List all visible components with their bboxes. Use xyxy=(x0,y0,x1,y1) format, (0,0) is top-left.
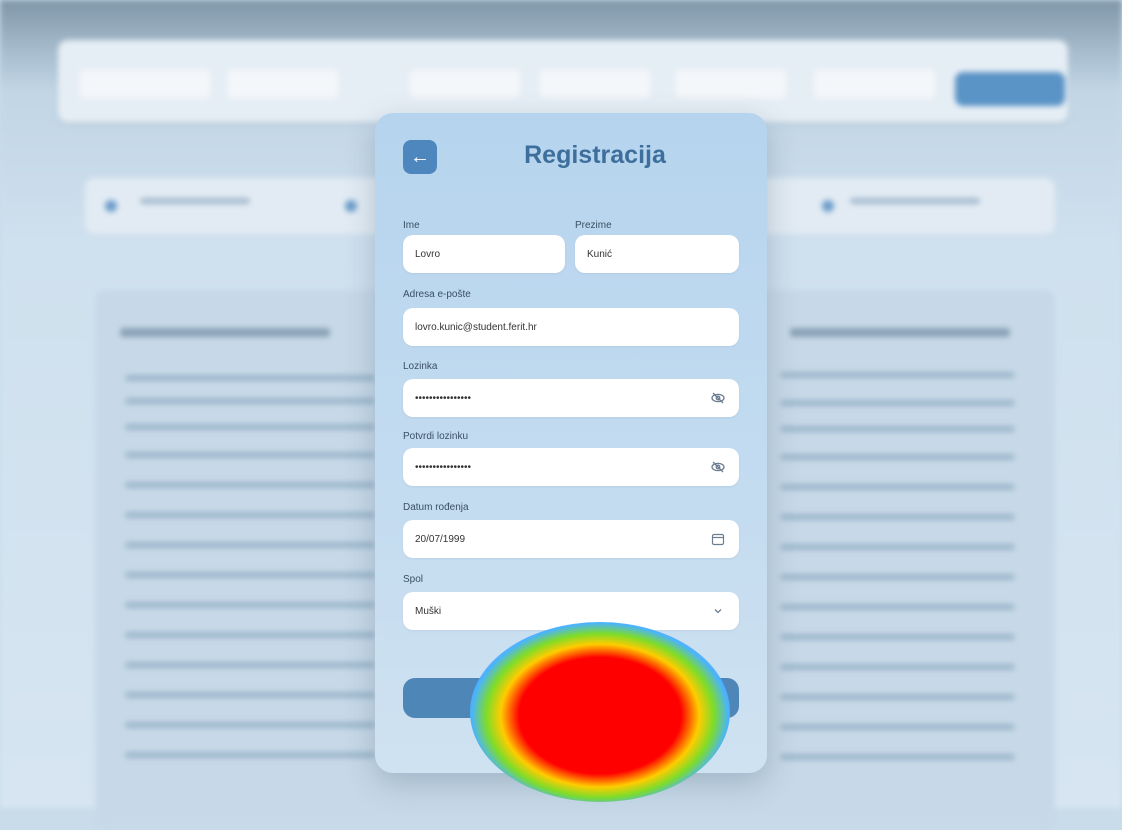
background-text-line xyxy=(780,754,1015,760)
background-text-line xyxy=(125,572,375,578)
background-text-line xyxy=(780,574,1015,580)
background-search-field xyxy=(80,70,210,98)
background-text-line xyxy=(125,602,375,608)
birth-date-field[interactable]: 20/07/1999 xyxy=(403,520,739,558)
background-search-button xyxy=(955,72,1065,106)
calendar-icon[interactable] xyxy=(709,530,727,548)
password-value: •••••••••••••••• xyxy=(415,392,472,404)
background-chip-text xyxy=(850,198,980,204)
modal-title: Registracija xyxy=(524,141,666,169)
background-text-line xyxy=(125,424,375,430)
background-text-line xyxy=(780,484,1015,490)
confirm-password-label: Potvrdi lozinku xyxy=(403,431,469,442)
background-text-line xyxy=(780,426,1015,432)
eye-off-icon[interactable] xyxy=(709,458,727,476)
chevron-down-icon xyxy=(709,602,727,620)
background-text-line xyxy=(125,752,375,758)
background-search-field xyxy=(410,70,520,98)
email-value: lovro.kunic@student.ferit.hr xyxy=(415,321,537,333)
background-text-line xyxy=(125,632,375,638)
background-chip-icon xyxy=(822,200,834,212)
email-field[interactable]: lovro.kunic@student.ferit.hr xyxy=(403,308,739,346)
background-text-line xyxy=(780,694,1015,700)
background-chip-icon xyxy=(105,200,117,212)
back-button[interactable]: ← xyxy=(403,140,437,174)
background-heading xyxy=(120,328,330,337)
background-text-line xyxy=(125,542,375,548)
background-text-line xyxy=(780,604,1015,610)
background-text-line xyxy=(125,722,375,728)
gender-value: Muški xyxy=(415,605,442,617)
background-search-field xyxy=(540,70,650,98)
background-search-field xyxy=(676,70,786,98)
birth-date-value: 20/07/1999 xyxy=(415,533,466,545)
password-field[interactable]: •••••••••••••••• xyxy=(403,379,739,417)
background-search-field xyxy=(228,70,338,98)
birth-date-label: Datum rođenja xyxy=(403,502,469,513)
background-text-line xyxy=(780,634,1015,640)
background-text-line xyxy=(780,372,1015,378)
background-text-line xyxy=(780,400,1015,406)
background-text-line xyxy=(780,454,1015,460)
background-heading xyxy=(790,328,1010,337)
background-search-field xyxy=(815,70,935,98)
background-text-line xyxy=(780,664,1015,670)
registration-modal: ← Registracija Ime Lovro Prezime Kunić A… xyxy=(375,113,767,773)
last-name-label: Prezime xyxy=(575,220,612,231)
last-name-field[interactable]: Kunić xyxy=(575,235,739,273)
background-text-line xyxy=(125,452,375,458)
gender-select[interactable]: Muški xyxy=(403,592,739,630)
background-text-line xyxy=(125,398,375,404)
background-text-line xyxy=(125,375,375,381)
confirm-password-value: •••••••••••••••• xyxy=(415,461,472,473)
background-text-line xyxy=(125,692,375,698)
background-text-line xyxy=(125,662,375,668)
background-chip-text xyxy=(140,198,250,204)
confirm-password-field[interactable]: •••••••••••••••• xyxy=(403,448,739,486)
password-label: Lozinka xyxy=(403,361,438,372)
background-text-line xyxy=(125,512,375,518)
email-label: Adresa e-pošte xyxy=(403,289,471,300)
gender-label: Spol xyxy=(403,574,424,585)
register-button[interactable] xyxy=(403,678,739,718)
first-name-value: Lovro xyxy=(415,248,441,260)
background-chip-icon xyxy=(345,200,357,212)
arrow-left-icon: ← xyxy=(410,145,430,168)
first-name-label: Ime xyxy=(403,220,420,231)
background-text-line xyxy=(780,514,1015,520)
last-name-value: Kunić xyxy=(587,248,613,260)
background-text-line xyxy=(780,544,1015,550)
background-text-line xyxy=(125,482,375,488)
background-text-line xyxy=(780,724,1015,730)
first-name-field[interactable]: Lovro xyxy=(403,235,565,273)
eye-off-icon[interactable] xyxy=(709,389,727,407)
